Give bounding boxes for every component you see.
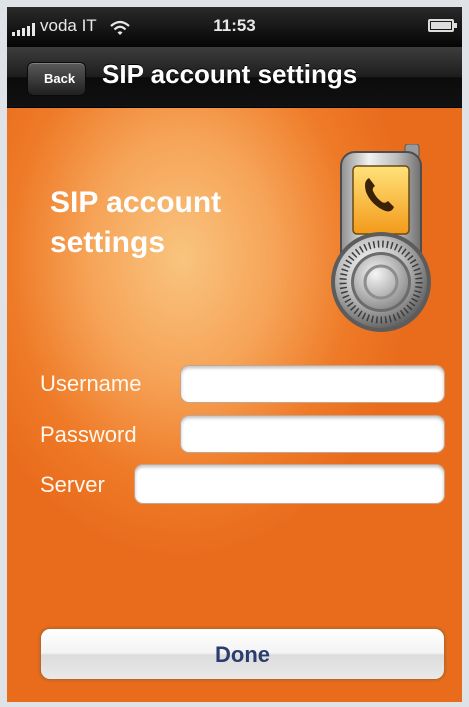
back-button[interactable]: Back bbox=[27, 62, 87, 96]
nav-title: SIP account settings bbox=[102, 59, 358, 89]
username-label: Username bbox=[40, 371, 142, 396]
page-heading: SIP account settings bbox=[50, 183, 221, 263]
navigation-bar: Back SIP account settings bbox=[7, 47, 462, 108]
username-field[interactable] bbox=[180, 365, 445, 403]
phone-lock-icon bbox=[331, 144, 431, 332]
server-label: Server bbox=[40, 472, 105, 497]
phone-screen: voda IT 11:53 Back SIP account settings … bbox=[7, 7, 462, 702]
heading-line-1: SIP account bbox=[50, 186, 222, 219]
back-button-label: Back bbox=[44, 71, 76, 86]
heading-line-2: settings bbox=[50, 226, 166, 259]
status-time: 11:53 bbox=[213, 16, 256, 35]
server-field[interactable] bbox=[134, 464, 445, 504]
settings-content: SIP account settings Username Password S… bbox=[7, 108, 462, 702]
battery-level bbox=[431, 22, 451, 29]
status-bar: voda IT 11:53 bbox=[7, 7, 462, 47]
password-field[interactable] bbox=[180, 415, 445, 453]
done-button[interactable]: Done bbox=[40, 628, 445, 680]
battery-icon bbox=[428, 19, 457, 32]
password-label: Password bbox=[40, 422, 137, 447]
